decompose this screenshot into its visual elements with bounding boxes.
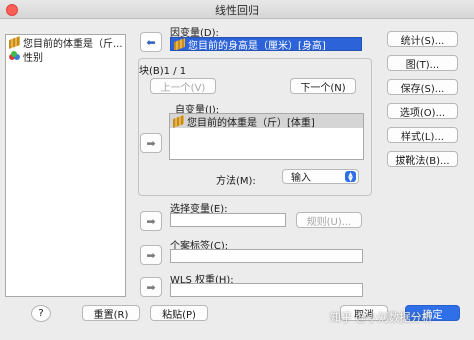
next-block-button[interactable]: 下一个(N): [290, 78, 356, 94]
source-variable-list[interactable]: 您目前的体重是（斤... 性别: [5, 34, 126, 297]
linear-regression-dialog: 线性回归 您目前的体重是（斤... 性别 因变量(D): ⬅ 您目前的身高是（厘…: [0, 0, 474, 340]
window-title: 线性回归: [215, 4, 259, 17]
arrow-right-icon: ➡: [146, 280, 156, 294]
selection-variable-field[interactable]: [170, 213, 286, 227]
dependent-value: 您目前的身高是（厘米）[身高]: [188, 40, 326, 51]
case-labels-field[interactable]: [170, 249, 363, 263]
move-selection-button[interactable]: ➡: [140, 211, 162, 231]
style-button[interactable]: 样式(L)...: [387, 127, 458, 143]
list-item[interactable]: 您目前的体重是（斤...: [6, 35, 125, 49]
statistics-button[interactable]: 统计(S)...: [387, 31, 458, 47]
nominal-icon: [9, 51, 20, 61]
list-item[interactable]: 性别: [6, 49, 125, 63]
wls-weight-field[interactable]: [170, 283, 363, 297]
block-label: 块(B)1 / 1: [139, 66, 187, 77]
arrow-left-icon: ⬅: [146, 35, 156, 49]
reset-button[interactable]: 重置(R): [82, 305, 140, 321]
plots-button[interactable]: 图(T)...: [387, 55, 458, 71]
ruler-icon: [174, 38, 185, 50]
move-wls-button[interactable]: ➡: [140, 277, 162, 297]
dependent-field[interactable]: 您目前的身高是（厘米）[身高]: [170, 37, 362, 51]
arrow-right-icon: ➡: [146, 248, 156, 262]
ruler-icon: [173, 114, 184, 128]
move-independent-button[interactable]: ➡: [140, 133, 162, 153]
variable-label: 您目前的体重是（斤...: [23, 38, 123, 50]
variable-label: 性别: [23, 52, 43, 64]
independent-variable-list[interactable]: 您目前的体重是（斤）[体重]: [169, 113, 364, 160]
watermark: 知乎 @小刘数据分析: [330, 311, 433, 324]
previous-block-button[interactable]: 上一个(V): [150, 78, 216, 94]
options-button[interactable]: 选项(O)...: [387, 103, 458, 119]
list-item[interactable]: 您目前的体重是（斤）[体重]: [170, 114, 363, 128]
chevron-updown-icon: ▲ ▼: [345, 171, 356, 182]
move-case-labels-button[interactable]: ➡: [140, 245, 162, 265]
help-button[interactable]: ?: [31, 305, 51, 322]
method-label: 方法(M):: [216, 176, 256, 187]
bootstrap-button[interactable]: 拔靴法(B)...: [387, 151, 458, 167]
save-button[interactable]: 保存(S)...: [387, 79, 458, 95]
title-bar: 线性回归: [0, 0, 474, 19]
paste-button[interactable]: 粘贴(P): [150, 305, 208, 321]
rule-button[interactable]: 规则(U)...: [296, 212, 362, 228]
arrow-right-icon: ➡: [146, 136, 156, 150]
arrow-right-icon: ➡: [146, 214, 156, 228]
method-select[interactable]: 输入 ▲ ▼: [282, 169, 359, 184]
ruler-icon: [9, 35, 20, 49]
independent-value: 您目前的体重是（斤）[体重]: [187, 117, 315, 129]
move-dependent-button[interactable]: ⬅: [140, 32, 162, 52]
method-value: 输入: [291, 173, 311, 184]
